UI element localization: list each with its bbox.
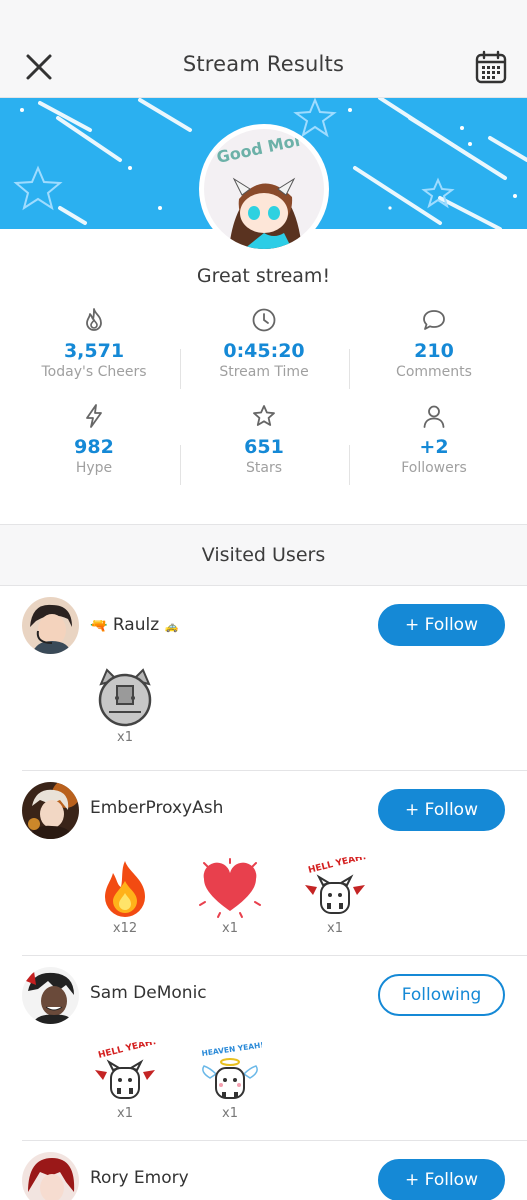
stream-message: Great stream! <box>196 265 331 287</box>
flame-gift-icon <box>105 861 145 917</box>
gift-item: x1 <box>198 857 262 936</box>
user-row: EmberProxyAsh + Follow x12 x1 HELL YEAH! <box>0 771 527 956</box>
stat-label: Stream Time <box>219 364 309 380</box>
hell-yeah-gift-icon: HELL YEAH! <box>95 1042 157 1099</box>
fire-icon <box>86 308 102 331</box>
gift-count: x1 <box>222 1106 238 1121</box>
stat-value: 651 <box>244 436 284 458</box>
page-title: Stream Results <box>182 52 345 76</box>
car-emoji-icon: 🚕 <box>164 620 179 633</box>
user-row: Rory Emory + Follow <box>0 1141 527 1200</box>
user-name: EmberProxyAsh <box>90 798 224 818</box>
person-icon <box>423 405 445 428</box>
gift-count: x1 <box>327 921 343 936</box>
user-name: Rory Emory <box>90 1168 189 1188</box>
hell-yeah-gift-icon: HELL YEAH! <box>305 857 367 914</box>
avatar[interactable] <box>22 1152 79 1200</box>
stat-label: Today's Cheers <box>41 364 147 380</box>
user-row: 🔫 Raulz 🚕 + Follow x1 <box>0 586 527 771</box>
header-bar: Stream Results <box>0 0 527 98</box>
stat-value: +2 <box>419 436 449 458</box>
gift-item: HELL YEAH! x1 <box>93 1042 157 1121</box>
comment-icon <box>423 310 445 330</box>
user-name-text: Raulz <box>112 615 160 635</box>
gift-item: x12 <box>93 857 157 936</box>
star-icon <box>253 405 275 426</box>
user-name: 🔫 Raulz 🚕 <box>90 615 178 635</box>
streamer-avatar[interactable]: Good Morning <box>199 124 329 254</box>
avatar[interactable] <box>22 782 79 839</box>
gift-count: x12 <box>112 921 138 936</box>
avatar[interactable] <box>22 967 79 1024</box>
gift-text: HEAVEN YEAH! <box>201 1042 262 1058</box>
stats-row-2: 982 Hype 651 Stars +2 Followers <box>0 403 527 499</box>
stat-value: 210 <box>414 340 454 362</box>
gun-emoji-icon: 🔫 <box>90 618 108 634</box>
stats-row-1: 3,571 Today's Cheers 0:45:20 Stream Time… <box>0 307 527 403</box>
stat-label: Comments <box>396 364 472 380</box>
heart-gift-icon <box>199 858 261 918</box>
follow-button[interactable]: + Follow <box>378 789 505 831</box>
stat-label: Stars <box>245 460 282 476</box>
user-avatar-image <box>22 1152 79 1200</box>
gift-item: x1 <box>93 666 157 745</box>
user-avatar-image <box>22 597 79 654</box>
gift-count: x1 <box>117 730 133 745</box>
stat-label: Followers <box>401 460 467 476</box>
avatar[interactable] <box>22 597 79 654</box>
clock-icon <box>252 308 276 332</box>
user-avatar-image <box>22 782 79 839</box>
stat-stars: 651 Stars <box>179 403 349 476</box>
user-row: Sam DeMonic Following HELL YEAH! x1 HEAV… <box>0 956 527 1141</box>
stats-grid: 3,571 Today's Cheers 0:45:20 Stream Time… <box>0 307 527 499</box>
gift-count: x1 <box>222 921 238 936</box>
calendar-icon[interactable] <box>475 50 507 84</box>
user-name: Sam DeMonic <box>90 983 207 1003</box>
stat-value: 0:45:20 <box>223 340 305 362</box>
gift-item: HELL YEAH! x1 <box>303 857 367 936</box>
stat-hype: 982 Hype <box>9 403 179 476</box>
gift-count: x1 <box>117 1106 133 1121</box>
following-button[interactable]: Following <box>378 974 505 1016</box>
lightning-icon <box>86 404 102 428</box>
robot-cat-gift-icon <box>98 668 152 727</box>
gift-item: HEAVEN YEAH! x1 <box>198 1042 262 1121</box>
stat-label: Hype <box>75 460 113 476</box>
gift-text: HELL YEAH! <box>97 1042 157 1061</box>
follow-button[interactable]: + Follow <box>378 604 505 646</box>
stat-followers: +2 Followers <box>349 403 519 476</box>
stat-todays-cheers: 3,571 Today's Cheers <box>9 307 179 380</box>
anime-avatar-image: Good Morning <box>204 129 324 249</box>
stat-value: 3,571 <box>63 340 125 362</box>
stat-comments: 210 Comments <box>349 307 519 380</box>
stat-value: 982 <box>74 436 114 458</box>
visited-users-header: Visited Users <box>0 524 527 586</box>
heaven-yeah-gift-icon: HEAVEN YEAH! <box>201 1042 262 1099</box>
gift-text: HELL YEAH! <box>307 857 367 876</box>
user-avatar-image <box>22 967 79 1024</box>
stat-stream-time: 0:45:20 Stream Time <box>179 307 349 380</box>
follow-button[interactable]: + Follow <box>378 1159 505 1200</box>
